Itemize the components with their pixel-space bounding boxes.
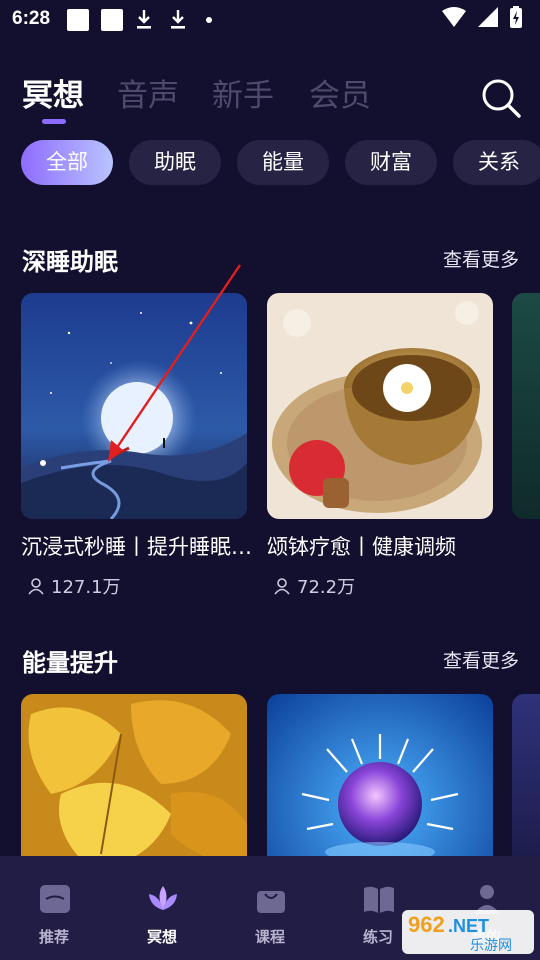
chip-wealth[interactable]: 财富 <box>345 140 437 185</box>
bag-icon <box>257 891 285 913</box>
nav-meditation[interactable]: 冥想 <box>108 856 216 960</box>
nav-label: 冥想 <box>146 928 177 946</box>
section-title-deep-sleep: 深睡助眠 <box>22 248 118 276</box>
wifi-icon <box>442 7 466 27</box>
category-chips: 全部 助眠 能量 财富 关系 <box>0 140 540 186</box>
course-card-partial[interactable] <box>512 293 540 519</box>
listen-count-value: 127.1万 <box>51 577 121 598</box>
course-card[interactable]: 沉浸式秒睡丨提升睡眠质量 127.1万 <box>21 293 257 603</box>
course-card-partial[interactable] <box>512 694 540 864</box>
search-icon[interactable] <box>479 76 523 120</box>
svg-text:.NET: .NET <box>448 916 489 936</box>
status-time: 6:28 <box>12 8 51 29</box>
course-card[interactable]: 颂钵疗愈丨健康调频 72.2万 <box>267 293 493 603</box>
see-more-link[interactable]: 查看更多 <box>443 646 519 673</box>
chip-relationship[interactable]: 关系 <box>453 140 540 185</box>
course-thumbnail <box>267 293 493 519</box>
tab-meditation[interactable]: 冥想 <box>22 70 84 115</box>
tab-member[interactable]: 会员 <box>309 70 371 115</box>
section-title-energy-boost: 能量提升 <box>22 649 118 677</box>
signal-icon <box>478 7 498 27</box>
svg-text:乐游网: 乐游网 <box>470 938 512 954</box>
active-tab-indicator <box>42 119 66 124</box>
system-status-icons <box>442 6 522 28</box>
chip-energy[interactable]: 能量 <box>237 140 329 185</box>
nav-label: 课程 <box>254 928 285 946</box>
download-icon <box>137 10 151 29</box>
nav-courses[interactable]: 课程 <box>216 856 324 960</box>
book-icon <box>364 886 394 913</box>
more-notifications-dot <box>206 17 212 23</box>
download-icon <box>171 10 185 29</box>
listen-count: 127.1万 <box>27 573 121 599</box>
listen-count: 72.2万 <box>273 573 355 599</box>
tab-audio[interactable]: 音声 <box>117 70 179 115</box>
svg-text:962: 962 <box>408 912 445 937</box>
course-card[interactable] <box>267 694 493 920</box>
course-title: 沉浸式秒睡丨提升睡眠质量 <box>21 535 257 559</box>
more-box-icon <box>40 885 70 913</box>
tab-beginner[interactable]: 新手 <box>212 70 274 115</box>
listen-count-value: 72.2万 <box>297 577 356 598</box>
course-card[interactable] <box>21 694 247 920</box>
notification-app-icon <box>101 9 123 31</box>
notification-app-icon <box>67 9 89 31</box>
course-title: 颂钵疗愈丨健康调频 <box>267 535 456 559</box>
nav-recommend[interactable]: 推荐 <box>0 856 108 960</box>
see-more-link[interactable]: 查看更多 <box>443 245 519 272</box>
status-bar: 6:28 <box>0 0 540 38</box>
lotus-icon <box>149 886 177 910</box>
chip-all[interactable]: 全部 <box>21 140 113 185</box>
chip-sleep[interactable]: 助眠 <box>129 140 221 185</box>
nav-label: 推荐 <box>38 928 69 946</box>
listeners-icon <box>274 578 290 595</box>
listeners-icon <box>28 578 44 595</box>
course-thumbnail <box>21 293 247 519</box>
watermark-logo: 962 .NET 乐游网 <box>402 910 534 954</box>
